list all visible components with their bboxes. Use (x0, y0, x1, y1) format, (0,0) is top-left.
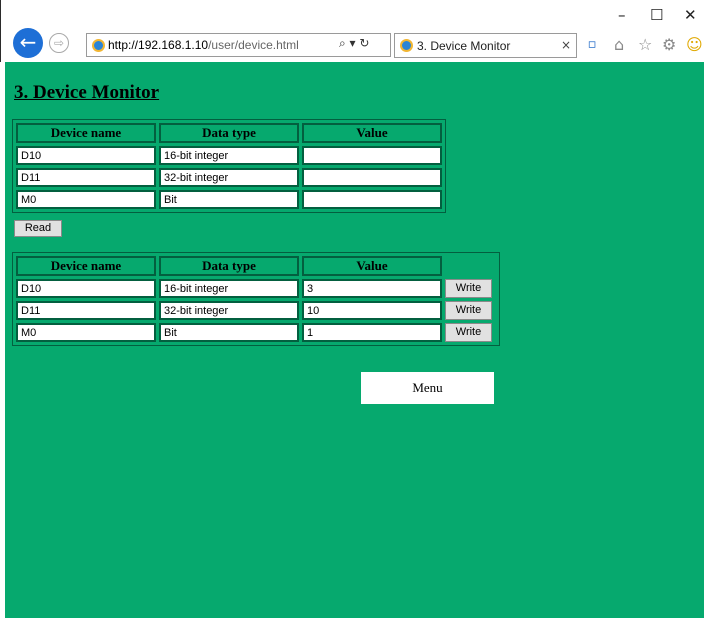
value-field[interactable] (302, 168, 442, 187)
close-window-button[interactable]: ✕ (684, 6, 697, 24)
favorites-star-icon[interactable]: ☆ (638, 35, 652, 54)
page-content: 3. Device Monitor Device name Data type … (5, 62, 704, 618)
table-row: D11 32-bit integer (16, 168, 442, 187)
write-cell: Write (445, 301, 496, 320)
data-type-field[interactable]: 16-bit integer (159, 146, 299, 165)
col-device-name: Device name (16, 256, 156, 276)
back-arrow-icon: ← (19, 30, 37, 54)
search-refresh-icons[interactable]: ⌕ ▾ ↻ (339, 36, 369, 51)
back-button[interactable]: ← (13, 28, 43, 58)
minimize-button[interactable]: – (618, 6, 626, 24)
settings-gear-icon[interactable]: ⚙ (662, 35, 676, 54)
address-text: http://192.168.1.10/user/device.html (108, 38, 299, 52)
tab-ie-icon (400, 39, 413, 52)
new-tab-icon[interactable]: ▫ (581, 33, 603, 58)
tab-device-monitor[interactable]: 3. Device Monitor × (394, 33, 577, 58)
write-table: Device name Data type Value D10 16-bit i… (12, 252, 500, 346)
device-name-field[interactable]: D10 (16, 279, 156, 298)
feedback-smiley-icon[interactable]: ☺ (686, 35, 703, 54)
col-data-type: Data type (159, 123, 299, 143)
col-action-empty (445, 256, 496, 276)
value-field[interactable] (302, 146, 442, 165)
forward-button[interactable]: ⇨ (49, 33, 69, 53)
tab-title: 3. Device Monitor (417, 39, 511, 53)
browser-chrome: – ☐ ✕ ← ⇨ http://192.168.1.10/user/devic… (0, 0, 704, 62)
home-icon[interactable]: ⌂ (614, 35, 624, 54)
write-button[interactable]: Write (445, 301, 492, 320)
table-row: D11 32-bit integer 10 Write (16, 301, 496, 320)
data-type-field[interactable]: Bit (159, 190, 299, 209)
table-row: M0 Bit (16, 190, 442, 209)
data-type-field[interactable]: Bit (159, 323, 299, 342)
maximize-button[interactable]: ☐ (650, 6, 663, 24)
table-row: M0 Bit 1 Write (16, 323, 496, 342)
forward-arrow-icon: ⇨ (53, 36, 65, 50)
write-cell: Write (445, 279, 496, 298)
device-name-field[interactable]: D10 (16, 146, 156, 165)
value-field[interactable]: 1 (302, 323, 442, 342)
value-field[interactable]: 3 (302, 279, 442, 298)
menu-button[interactable]: Menu (361, 372, 494, 404)
value-field[interactable]: 10 (302, 301, 442, 320)
address-bar[interactable]: http://192.168.1.10/user/device.html ⌕ ▾… (86, 33, 391, 57)
device-name-field[interactable]: M0 (16, 323, 156, 342)
device-name-field[interactable]: D11 (16, 168, 156, 187)
write-button[interactable]: Write (445, 323, 492, 342)
device-name-field[interactable]: D11 (16, 301, 156, 320)
page-title: 3. Device Monitor (14, 82, 160, 103)
ie-site-icon (92, 39, 105, 52)
data-type-field[interactable]: 32-bit integer (159, 168, 299, 187)
read-table: Device name Data type Value D10 16-bit i… (12, 119, 446, 213)
table-row: D10 16-bit integer (16, 146, 442, 165)
read-table-header: Device name Data type Value (16, 123, 442, 143)
write-cell: Write (445, 323, 496, 342)
device-name-field[interactable]: M0 (16, 190, 156, 209)
col-device-name: Device name (16, 123, 156, 143)
col-data-type: Data type (159, 256, 299, 276)
read-button[interactable]: Read (14, 220, 62, 237)
col-value: Value (302, 123, 442, 143)
data-type-field[interactable]: 16-bit integer (159, 279, 299, 298)
data-type-field[interactable]: 32-bit integer (159, 301, 299, 320)
col-value: Value (302, 256, 442, 276)
table-row: D10 16-bit integer 3 Write (16, 279, 496, 298)
write-table-header: Device name Data type Value (16, 256, 496, 276)
value-field[interactable] (302, 190, 442, 209)
tab-close-icon[interactable]: × (561, 38, 571, 52)
write-button[interactable]: Write (445, 279, 492, 298)
